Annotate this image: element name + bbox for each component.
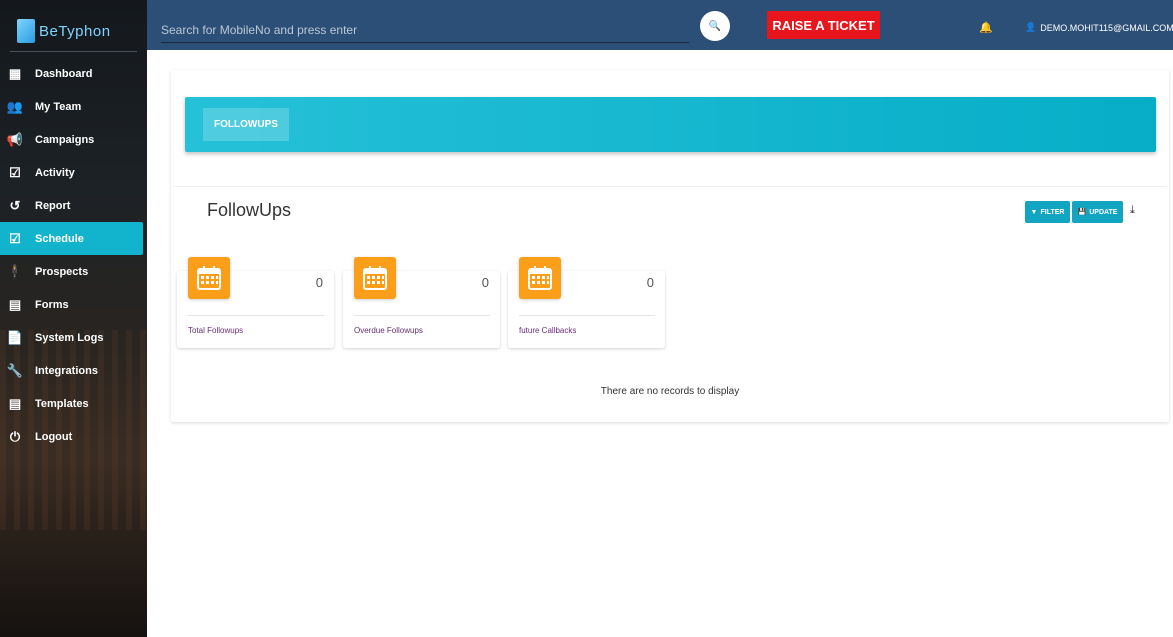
stat-card[interactable]: 0 Total Followups: [177, 257, 334, 348]
user-account-menu[interactable]: 👤 DEMO.MOHIT115@GMAIL.COM: [1025, 22, 1173, 33]
update-label: UPDATE: [1089, 208, 1118, 216]
update-button[interactable]: 💾 UPDATE: [1072, 201, 1123, 223]
sidebar-item-label: System Logs: [35, 331, 104, 344]
sidebar-item-label: Activity: [35, 166, 75, 179]
empty-state-message: There are no records to display: [600, 386, 740, 397]
sidebar-item-label: My Team: [35, 100, 82, 113]
section-divider: [173, 186, 1167, 187]
search-input[interactable]: [161, 18, 689, 43]
stat-label: Total Followups: [188, 326, 244, 335]
stat-divider: [354, 315, 490, 316]
save-icon: 💾: [1077, 209, 1087, 216]
sidebar: BeTyphon ▦ Dashboard 👥 My Team 📢 Campaigns ☑ Ac…: [0, 0, 147, 637]
app-logo[interactable]: BeTyphon: [17, 17, 111, 45]
checklist-icon: ☑: [9, 164, 21, 180]
stat-label: Overdue Followups: [354, 326, 423, 335]
raise-ticket-button[interactable]: RAISE A TICKET: [767, 11, 880, 39]
sidebar-item-report[interactable]: ↺ Report: [0, 189, 147, 222]
sidebar-item-label: Templates: [35, 397, 89, 410]
search-icon: 🔍: [708, 20, 722, 32]
sidebar-item-label: Forms: [35, 298, 69, 311]
logo-mark-icon: [17, 19, 35, 43]
calendar-check-icon: ☑: [9, 230, 21, 246]
filter-label: FILTER: [1040, 208, 1065, 216]
filter-button[interactable]: ▼ FILTER: [1025, 201, 1070, 223]
page-title: FollowUps: [207, 200, 292, 220]
power-icon: ⏻: [9, 428, 21, 444]
wrench-icon: 🔧: [6, 362, 24, 378]
sidebar-item-forms[interactable]: ▤ Forms: [0, 288, 147, 321]
filter-icon: ▼: [1030, 208, 1038, 216]
history-icon: ↺: [9, 197, 21, 213]
calendar-icon: [354, 257, 396, 299]
stat-card[interactable]: 0 future Callbacks: [508, 257, 665, 348]
calendar-icon: [188, 257, 230, 299]
sidebar-item-campaigns[interactable]: 📢 Campaigns: [0, 123, 147, 156]
sidebar-item-label: Dashboard: [35, 67, 93, 80]
user-email: DEMO.MOHIT115@GMAIL.COM: [1040, 22, 1173, 33]
dashboard-icon: ▦: [8, 65, 22, 81]
sidebar-item-label: Report: [35, 199, 71, 212]
stat-value: 0: [315, 275, 323, 290]
sidebar-item-integrations[interactable]: 🔧 Integrations: [0, 354, 147, 387]
sidebar-nav: ▦ Dashboard 👥 My Team 📢 Campaigns ☑ Activity ↺ Re…: [0, 57, 147, 453]
sidebar-item-activity[interactable]: ☑ Activity: [0, 156, 147, 189]
person-icon: 🕴: [6, 263, 24, 279]
sidebar-item-my-team[interactable]: 👥 My Team: [0, 90, 147, 123]
sidebar-item-schedule[interactable]: ☑ Schedule: [0, 222, 143, 255]
sidebar-item-prospects[interactable]: 🕴 Prospects: [0, 255, 147, 288]
sidebar-item-label: Schedule: [35, 232, 84, 245]
form-icon: ▤: [8, 296, 22, 312]
user-icon: 👤: [1025, 22, 1037, 32]
search-button[interactable]: 🔍: [700, 11, 730, 41]
sidebar-item-label: Logout: [35, 430, 73, 443]
team-icon: 👥: [6, 98, 24, 114]
megaphone-icon: 📢: [6, 131, 24, 147]
notification-bell-icon[interactable]: 🔔: [979, 21, 993, 34]
page-banner: FOLLOWUPS: [185, 97, 1156, 152]
stat-value: 0: [481, 275, 489, 290]
logo-divider: [10, 51, 137, 52]
sidebar-item-label: Campaigns: [35, 133, 95, 146]
download-icon[interactable]: ⤓: [1130, 204, 1135, 217]
stat-divider: [188, 315, 324, 316]
logo-text: BeTyphon: [39, 22, 111, 40]
stat-card[interactable]: 0 Overdue Followups: [343, 257, 500, 348]
document-icon: 📄: [6, 329, 24, 345]
sidebar-item-dashboard[interactable]: ▦ Dashboard: [0, 57, 147, 90]
calendar-icon: [519, 257, 561, 299]
template-icon: ▤: [8, 395, 22, 411]
stat-divider: [519, 315, 655, 316]
sidebar-item-templates[interactable]: ▤ Templates: [0, 387, 147, 420]
top-bar: 🔍 RAISE A TICKET 🔔 👤 DEMO.MOHIT115@GMAIL…: [147, 0, 1173, 50]
stat-label: future Callbacks: [519, 326, 577, 335]
tab-followups[interactable]: FOLLOWUPS: [203, 108, 289, 141]
sidebar-item-label: Integrations: [35, 364, 98, 377]
stat-value: 0: [646, 275, 654, 290]
sidebar-item-system-logs[interactable]: 📄 System Logs: [0, 321, 147, 354]
sidebar-item-label: Prospects: [35, 265, 89, 278]
sidebar-item-logout[interactable]: ⏻ Logout: [0, 420, 147, 453]
